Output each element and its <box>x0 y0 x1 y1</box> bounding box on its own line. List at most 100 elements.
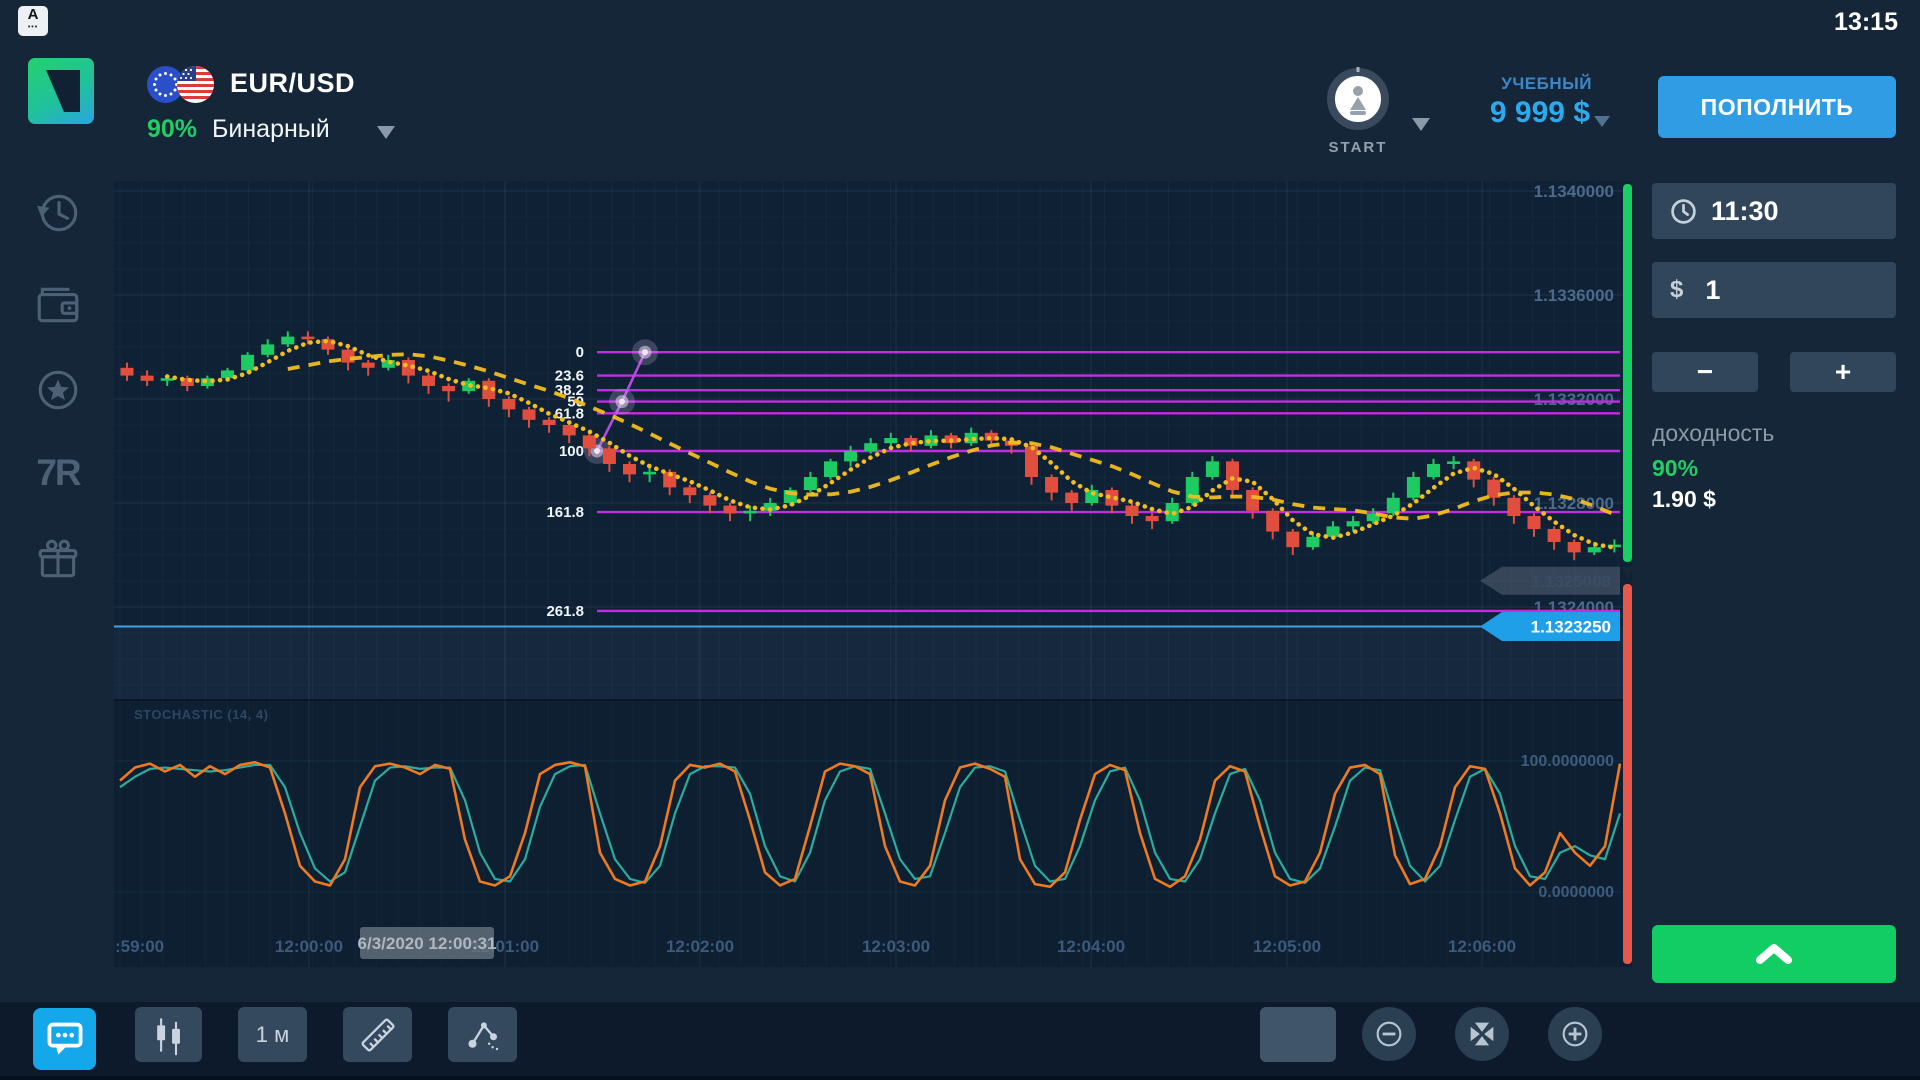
candle-body <box>1045 477 1058 493</box>
accessibility-badge[interactable]: A ••• <box>18 6 48 36</box>
sentiment-up-bar <box>1623 184 1632 562</box>
time-axis-label: 12:03:00 <box>862 937 930 956</box>
indicators-nodes-icon <box>462 1014 504 1056</box>
instrument-type[interactable]: Бинарный <box>212 115 330 144</box>
candle-body <box>261 344 274 354</box>
stochastic-title: STOCHASTIC (14, 4) <box>134 707 268 722</box>
candle-body <box>1286 532 1299 548</box>
fib-label: 261.8 <box>546 603 584 620</box>
user-avatar-icon <box>1326 66 1390 130</box>
usd-flag-icon <box>177 66 214 103</box>
time-axis-label: 12:05:00 <box>1253 937 1321 956</box>
candle-body <box>643 472 656 475</box>
candle-body <box>603 448 616 464</box>
candle-body <box>543 420 556 425</box>
candle-body <box>1347 521 1360 526</box>
call-up-button[interactable] <box>1652 925 1896 983</box>
fib-label: 0 <box>576 344 584 361</box>
expiry-time-field[interactable]: 11:30 <box>1652 183 1896 239</box>
amount-increase-button[interactable]: + <box>1790 352 1896 392</box>
candle-body <box>1447 461 1460 464</box>
instrument-dropdown-icon[interactable] <box>377 126 395 139</box>
drawing-tools-button[interactable] <box>343 1007 412 1062</box>
indicators-button[interactable] <box>448 1007 517 1062</box>
accessibility-badge-letter: A <box>28 8 39 21</box>
deposit-button[interactable]: ПОПОЛНИТЬ <box>1658 76 1896 138</box>
sidebar-item-history[interactable] <box>34 189 82 237</box>
candle-body <box>884 438 897 443</box>
candle-body <box>241 355 254 371</box>
candle-body <box>1246 490 1259 511</box>
ruler-icon <box>357 1014 399 1056</box>
balance-dropdown-icon[interactable] <box>1594 116 1610 127</box>
candle-body <box>221 370 234 378</box>
start-dropdown-icon[interactable] <box>1412 118 1430 131</box>
candle-body <box>1146 516 1159 521</box>
candle-body <box>1588 547 1601 552</box>
fit-screen-button[interactable] <box>1455 1007 1509 1061</box>
chat-button[interactable] <box>33 1008 96 1070</box>
candle-body <box>1025 446 1038 477</box>
star-icon <box>34 366 82 414</box>
sidebar-item-gifts[interactable] <box>34 536 82 584</box>
fit-screen-icon <box>1465 1017 1499 1051</box>
candle-body <box>1266 511 1279 532</box>
amount-field[interactable]: $ 1 <box>1652 262 1896 318</box>
zoom-in-button[interactable] <box>1548 1007 1602 1061</box>
gift-icon <box>34 536 82 584</box>
time-axis-label: 12:06:00 <box>1448 937 1516 956</box>
sentiment-down-bar <box>1623 584 1632 964</box>
system-clock: 13:15 <box>1834 8 1898 37</box>
candle-body <box>1065 493 1078 503</box>
sidebar-item-favorites[interactable] <box>34 366 82 414</box>
amount-decrease-button[interactable]: − <box>1652 352 1758 392</box>
profit-amount: 1.90 $ <box>1652 486 1716 513</box>
time-axis-label: 12:02:00 <box>666 937 734 956</box>
zoom-in-icon <box>1558 1017 1592 1051</box>
candle-body <box>362 363 375 368</box>
start-account-button[interactable]: START <box>1326 66 1390 156</box>
candle-body <box>844 451 857 461</box>
current-price-tag-label: 1.1323250 <box>1531 618 1611 637</box>
profitability-percent: 90% <box>1652 455 1698 482</box>
candle-body <box>1407 477 1420 498</box>
candle-body <box>703 495 716 505</box>
selection-box-button[interactable] <box>1260 1007 1336 1062</box>
candle-body <box>724 506 737 514</box>
app-logo[interactable] <box>28 58 94 124</box>
candle-body <box>1126 506 1139 516</box>
wallet-icon <box>34 281 82 329</box>
clock-icon <box>1670 198 1697 225</box>
candle-body <box>824 461 837 477</box>
time-axis-label: 12:04:00 <box>1057 937 1125 956</box>
balance-amount[interactable]: 9 999 $ <box>1490 96 1590 130</box>
chat-icon <box>45 1019 85 1059</box>
sidebar-item-7r[interactable]: 7R <box>34 449 82 497</box>
candle-body <box>1327 526 1340 536</box>
candle-body <box>1548 529 1561 542</box>
candle-body <box>141 376 154 381</box>
candle-body <box>1568 542 1581 552</box>
chart-type-button[interactable] <box>135 1007 202 1062</box>
sidebar-item-wallet[interactable] <box>34 281 82 329</box>
candle-body <box>583 435 596 448</box>
time-axis-label: :59:00 <box>115 937 164 956</box>
chevron-up-icon <box>1752 941 1796 967</box>
timeframe-button[interactable]: 1 м <box>238 1007 307 1062</box>
pair-name[interactable]: EUR/USD <box>230 68 355 99</box>
amount-value: 1 <box>1705 275 1720 306</box>
stochastic-min-label: 0.0000000 <box>1538 884 1614 901</box>
trading-chart-svg[interactable]: 1.13400001.13360001.13320001.13280001.13… <box>114 181 1632 967</box>
candle-body <box>442 386 455 391</box>
start-label: START <box>1326 139 1390 156</box>
candle-body <box>281 337 294 345</box>
zoom-out-button[interactable] <box>1362 1007 1416 1061</box>
chart-area[interactable]: 1.13400001.13360001.13320001.13280001.13… <box>114 181 1632 967</box>
price-axis-label: 1.1340000 <box>1534 182 1614 201</box>
candlestick-icon <box>148 1014 190 1056</box>
account-type-label: УЧЕБНЫЙ <box>1501 74 1592 94</box>
candle-body <box>1427 464 1440 477</box>
expiry-time-value: 11:30 <box>1711 196 1779 227</box>
profitability-label: доходность <box>1652 420 1774 447</box>
fib-label: 100 <box>559 443 584 460</box>
